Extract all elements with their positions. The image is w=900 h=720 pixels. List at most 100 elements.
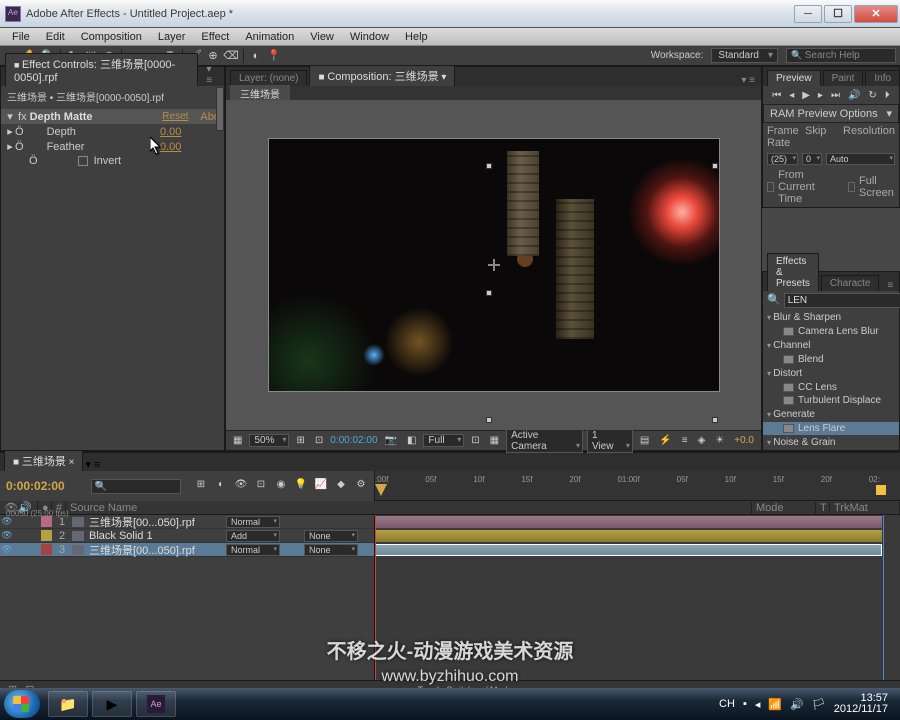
info-tab[interactable]: Info xyxy=(865,70,900,86)
end-marker-line[interactable] xyxy=(883,515,884,680)
after-effects-taskbar-icon[interactable]: Ae xyxy=(136,691,176,717)
work-area-end[interactable] xyxy=(876,485,886,495)
blend-mode-dropdown[interactable]: Add xyxy=(226,530,280,542)
panel-menu-icon[interactable]: ▾ ≡ xyxy=(85,458,100,471)
menu-animation[interactable]: Animation xyxy=(237,31,302,43)
transform-handle[interactable] xyxy=(486,290,492,296)
layer-color-swatch[interactable] xyxy=(41,544,52,555)
visibility-icon[interactable]: 👁 xyxy=(0,544,14,555)
layer-bar[interactable] xyxy=(375,544,882,556)
transform-handle[interactable] xyxy=(712,417,718,423)
comp-name-tab[interactable]: 三维场景 xyxy=(230,85,290,102)
effect-item[interactable]: CC Lens xyxy=(763,381,899,394)
transform-handle[interactable] xyxy=(486,163,492,169)
framerate-dropdown[interactable]: (25) xyxy=(767,153,798,165)
reset-link[interactable]: Reset xyxy=(162,111,188,122)
pixel-aspect-icon[interactable]: ▤ xyxy=(637,435,652,446)
menu-effect[interactable]: Effect xyxy=(193,31,237,43)
tray-icon[interactable]: ▪ xyxy=(743,698,747,710)
transform-handle[interactable] xyxy=(712,163,718,169)
tray-network-icon[interactable]: 📶 xyxy=(768,698,782,711)
minimize-button[interactable]: ─ xyxy=(794,5,822,23)
layer-bar[interactable] xyxy=(375,530,882,542)
effect-category[interactable]: Distort xyxy=(763,366,899,381)
start-button[interactable] xyxy=(4,690,40,718)
audio-icon[interactable]: 🔊 xyxy=(848,90,860,101)
res-dropdown[interactable]: Auto xyxy=(826,153,895,165)
blend-mode-dropdown[interactable]: Normal xyxy=(226,544,280,556)
clone-tool-icon[interactable]: ⊕ xyxy=(205,48,221,64)
explorer-taskbar-icon[interactable]: 📁 xyxy=(48,691,88,717)
menu-view[interactable]: View xyxy=(302,31,342,43)
eraser-tool-icon[interactable]: ⌫ xyxy=(223,48,239,64)
menu-window[interactable]: Window xyxy=(342,31,397,43)
ram-preview-icon[interactable]: ⏵ xyxy=(885,90,890,101)
effect-category[interactable]: Blur & Sharpen xyxy=(763,310,899,325)
playhead-line[interactable] xyxy=(375,515,376,680)
visibility-icon[interactable]: 👁 xyxy=(0,530,14,541)
from-current-checkbox[interactable] xyxy=(767,182,774,192)
hide-shy-icon[interactable]: 👁 xyxy=(234,479,248,493)
camera-dropdown[interactable]: Active Camera xyxy=(506,429,583,453)
paint-tab[interactable]: Paint xyxy=(823,70,864,86)
transparency-icon[interactable]: ▦ xyxy=(487,435,502,446)
last-frame-icon[interactable]: ⏭ xyxy=(831,90,840,101)
resolution-dropdown[interactable]: Full xyxy=(423,434,464,447)
frame-icon[interactable]: ⊡ xyxy=(312,435,326,446)
prop-invert[interactable]: Ö Invert xyxy=(1,154,224,168)
track-matte-dropdown[interactable]: None xyxy=(304,544,358,556)
roi-icon[interactable]: ⊡ xyxy=(468,435,482,446)
composition-viewer[interactable] xyxy=(226,100,761,430)
maximize-button[interactable]: ☐ xyxy=(824,5,852,23)
preview-tab[interactable]: Preview xyxy=(767,70,821,86)
draft-3d-icon[interactable]: ◐ xyxy=(214,479,228,493)
puppet-tool-icon[interactable]: 📍 xyxy=(266,48,282,64)
timeline-search-input[interactable] xyxy=(91,479,181,494)
brainstorm-icon[interactable]: 💡 xyxy=(294,479,308,493)
timeline-bars-area[interactable] xyxy=(375,515,900,680)
tray-volume-icon[interactable]: 🔊 xyxy=(790,698,804,711)
workspace-dropdown[interactable]: Standard xyxy=(711,48,778,63)
prev-frame-icon[interactable]: ◂ xyxy=(789,90,794,101)
track-matte-dropdown[interactable]: None xyxy=(304,530,358,542)
panel-menu-icon[interactable]: ≡ xyxy=(881,280,899,291)
grid-icon[interactable]: ▦ xyxy=(230,435,245,446)
zoom-dropdown[interactable]: 50% xyxy=(249,434,289,447)
prop-feather[interactable]: ▸Ö Feather 0.00 xyxy=(1,139,224,154)
timeline-timecode[interactable]: 0:00:02:00 xyxy=(6,479,65,493)
panel-menu-icon[interactable]: ▾ ≡ xyxy=(200,64,224,86)
loop-icon[interactable]: ↻ xyxy=(868,90,876,101)
effect-item[interactable]: Turbulent Displace xyxy=(763,394,899,407)
blend-mode-dropdown[interactable]: Normal xyxy=(226,516,280,528)
effect-category[interactable]: Generate xyxy=(763,407,899,422)
snapshot-icon[interactable]: 📷 xyxy=(382,435,400,446)
timeline-icon[interactable]: ≡ xyxy=(679,435,691,446)
transform-handle[interactable] xyxy=(486,417,492,423)
exposure-icon[interactable]: ☀ xyxy=(712,435,727,446)
play-icon[interactable]: ▶ xyxy=(802,90,810,101)
flowchart-icon[interactable]: ◈ xyxy=(695,435,709,446)
ram-preview-options[interactable]: RAM Preview Options▾ xyxy=(763,104,899,123)
roto-tool-icon[interactable]: ◐ xyxy=(248,48,264,64)
next-frame-icon[interactable]: ▸ xyxy=(818,90,823,101)
exposure-value[interactable]: +0.0 xyxy=(731,435,757,446)
tray-clock[interactable]: 13:572012/11/17 xyxy=(834,693,888,715)
layer-color-swatch[interactable] xyxy=(41,530,52,541)
search-help-input[interactable]: Search Help xyxy=(786,48,896,63)
scrollbar-thumb[interactable] xyxy=(216,87,224,131)
tray-flag-icon[interactable]: 🏳 xyxy=(812,698,826,711)
current-time[interactable]: 0:00:02:00 xyxy=(330,435,377,446)
panel-menu-icon[interactable]: ▾ ≡ xyxy=(735,75,761,86)
effects-search-input[interactable] xyxy=(784,293,900,308)
media-player-taskbar-icon[interactable]: ▶ xyxy=(92,691,132,717)
close-button[interactable]: ✕ xyxy=(854,5,898,23)
effects-presets-tab[interactable]: Effects & Presets xyxy=(767,253,819,291)
menu-composition[interactable]: Composition xyxy=(73,31,150,43)
menu-edit[interactable]: Edit xyxy=(38,31,73,43)
view-dropdown[interactable]: 1 View xyxy=(587,429,633,453)
channel-icon[interactable]: ◧ xyxy=(404,435,419,446)
effect-category[interactable]: Channel xyxy=(763,338,899,353)
menu-layer[interactable]: Layer xyxy=(150,31,194,43)
tray-icon[interactable]: ◂ xyxy=(755,698,761,711)
skip-dropdown[interactable]: 0 xyxy=(802,153,822,165)
